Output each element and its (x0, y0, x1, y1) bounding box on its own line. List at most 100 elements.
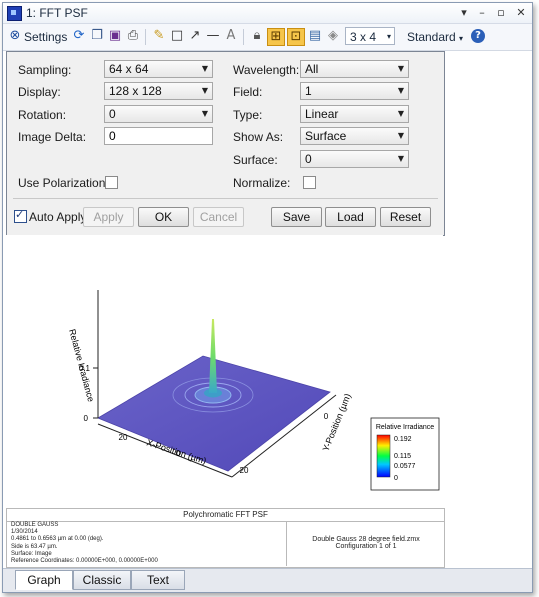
save-button[interactable]: Save (271, 207, 322, 227)
app-icon (7, 6, 22, 21)
y-axis-title: Y-Position (µm) (321, 392, 353, 453)
help-icon[interactable]: ? (471, 29, 485, 43)
plot-info-text: DOUBLE GAUSS 1/30/2014 0.4861 to 0.6563 … (11, 522, 158, 565)
dropdown-arrow-icon[interactable]: ▾ (455, 5, 473, 21)
legend-title: Relative Irradiance (376, 424, 434, 431)
info-line: 1/30/2014 (11, 529, 38, 536)
tab-classic[interactable]: Classic (73, 570, 131, 590)
normalize-checkbox[interactable] (303, 176, 316, 189)
load-button[interactable]: Load (325, 207, 376, 227)
toolbar: ⊗ Settings ⟳ ❐ ▣ ⎙ ✎ □ ↗ — A 🔒︎ ⊞ ⊡ ▤ ◈ … (3, 24, 532, 51)
toolbar-separator (145, 29, 146, 45)
info-line: DOUBLE GAUSS (11, 522, 59, 528)
type-value: Linear (305, 107, 339, 121)
rectangle-icon[interactable]: □ (169, 28, 185, 44)
collapse-settings-icon[interactable]: ⊗ (7, 28, 23, 44)
info-line: Surface: Image (11, 550, 52, 557)
tab-graph[interactable]: Graph (15, 570, 73, 590)
legend-mid-label: 0.115 (394, 453, 411, 460)
image-delta-label: Image Delta: (18, 130, 87, 144)
configuration-label: Configuration 1 of 1 (335, 543, 397, 550)
chevron-down-icon: ▾ (386, 32, 391, 41)
standard-dropdown[interactable]: Standard ▾ (407, 28, 463, 46)
auto-apply-checkbox[interactable] (14, 208, 27, 223)
layers-icon[interactable]: ◈ (325, 28, 341, 44)
refresh-icon[interactable]: ⟳ (71, 28, 87, 44)
layout-combo[interactable]: 3 x 4 ▾ (345, 27, 395, 45)
show-as-select[interactable]: Surface ▼ (300, 127, 409, 145)
legend-low-label: 0.0577 (394, 463, 416, 470)
plot-info-panel: Polychromatic FFT PSF DOUBLE GAUSS 1/30/… (6, 508, 445, 568)
chevron-down-icon: ▼ (397, 109, 404, 118)
plot-title: Polychromatic FFT PSF (7, 509, 444, 522)
save-icon[interactable]: ▣ (107, 28, 123, 44)
pencil-icon[interactable]: ✎ (151, 28, 167, 44)
display-label: Display: (18, 85, 61, 99)
arrow-icon[interactable]: ↗ (187, 28, 203, 44)
sampling-label: Sampling: (18, 63, 72, 77)
psf-peak (209, 319, 217, 393)
ok-button[interactable]: OK (138, 207, 189, 227)
type-select[interactable]: Linear ▼ (300, 105, 409, 123)
field-value: 1 (305, 84, 312, 98)
restore-icon[interactable]: ▫ (492, 5, 510, 21)
info-line: Side is 63.47 µm. (11, 543, 58, 550)
lock-icon[interactable]: 🔒︎ (249, 28, 265, 44)
reset-button[interactable]: Reset (380, 207, 431, 227)
field-select[interactable]: 1 ▼ (300, 82, 409, 100)
chevron-down-icon: ▼ (201, 64, 208, 73)
rotation-select[interactable]: 0 ▼ (104, 105, 213, 123)
settings-divider (13, 198, 438, 199)
line-icon[interactable]: — (205, 28, 221, 44)
minimize-icon[interactable]: – (473, 5, 491, 21)
legend-max-label: 0.192 (394, 436, 412, 443)
chevron-down-icon: ▼ (201, 109, 208, 118)
file-info: Double Gauss 28 degree field.zmx Configu… (286, 522, 445, 566)
layout-icon[interactable]: ⊡ (287, 28, 305, 46)
show-as-label: Show As: (233, 130, 284, 144)
wavelength-select[interactable]: All ▼ (300, 60, 409, 78)
close-icon[interactable]: ✕ (512, 5, 530, 21)
info-line: Reference Coordinates: 0.00000E+000, 0.0… (11, 558, 158, 565)
chevron-down-icon: ▼ (397, 154, 404, 163)
legend-min-label: 0 (394, 475, 398, 482)
settings-button[interactable]: Settings (24, 28, 67, 46)
use-polarization-label: Use Polarization: (18, 176, 109, 190)
cancel-button[interactable]: Cancel (193, 207, 244, 227)
z-axis-title: Relative Irradiance (67, 328, 96, 403)
tab-text[interactable]: Text (131, 570, 185, 590)
text-icon[interactable]: A (223, 28, 239, 44)
title-bar[interactable]: 1: FFT PSF ▾ – ▫ ✕ (3, 3, 532, 24)
image-delta-input[interactable]: 0 (104, 127, 213, 145)
surface-select[interactable]: 0 ▼ (300, 150, 409, 168)
wavelength-label: Wavelength: (233, 63, 300, 77)
toggle-grid-icon[interactable]: ⊞ (267, 28, 285, 46)
rotation-value: 0 (109, 107, 116, 121)
rotation-label: Rotation: (18, 108, 67, 122)
window-title: 1: FFT PSF (26, 6, 88, 20)
copy-icon[interactable]: ❐ (89, 28, 105, 44)
print-icon[interactable]: ⎙ (125, 28, 141, 44)
graph-area[interactable]: 0 0.1 Relative Irradiance 20 0 20 X-Posi… (6, 235, 443, 509)
apply-button[interactable]: Apply (83, 207, 134, 227)
psf-surface-plot: 0 0.1 Relative Irradiance 20 0 20 X-Posi… (67, 290, 440, 491)
y-tick-label: 0 (324, 412, 329, 421)
auto-apply-label: Auto Apply (29, 210, 87, 224)
chevron-down-icon: ▼ (397, 86, 404, 95)
toolbar-separator (243, 29, 244, 45)
sampling-select[interactable]: 64 x 64 ▼ (104, 60, 213, 78)
layout-combo-value: 3 x 4 (350, 30, 377, 44)
use-polarization-checkbox[interactable] (105, 176, 118, 189)
display-select[interactable]: 128 x 128 ▼ (104, 82, 213, 100)
wavelength-value: All (305, 62, 319, 76)
file-name: Double Gauss 28 degree field.zmx (312, 536, 420, 543)
show-as-value: Surface (305, 129, 347, 143)
surface-value: 0 (305, 152, 312, 166)
sampling-value: 64 x 64 (109, 62, 149, 76)
image-delta-value: 0 (109, 129, 116, 143)
info-line: 0.4861 to 0.6563 µm at 0.00 (deg). (11, 536, 104, 543)
chevron-down-icon: ▼ (201, 86, 208, 95)
type-label: Type: (233, 108, 263, 122)
windows-icon[interactable]: ▤ (307, 28, 323, 44)
chevron-down-icon: ▾ (459, 34, 464, 43)
